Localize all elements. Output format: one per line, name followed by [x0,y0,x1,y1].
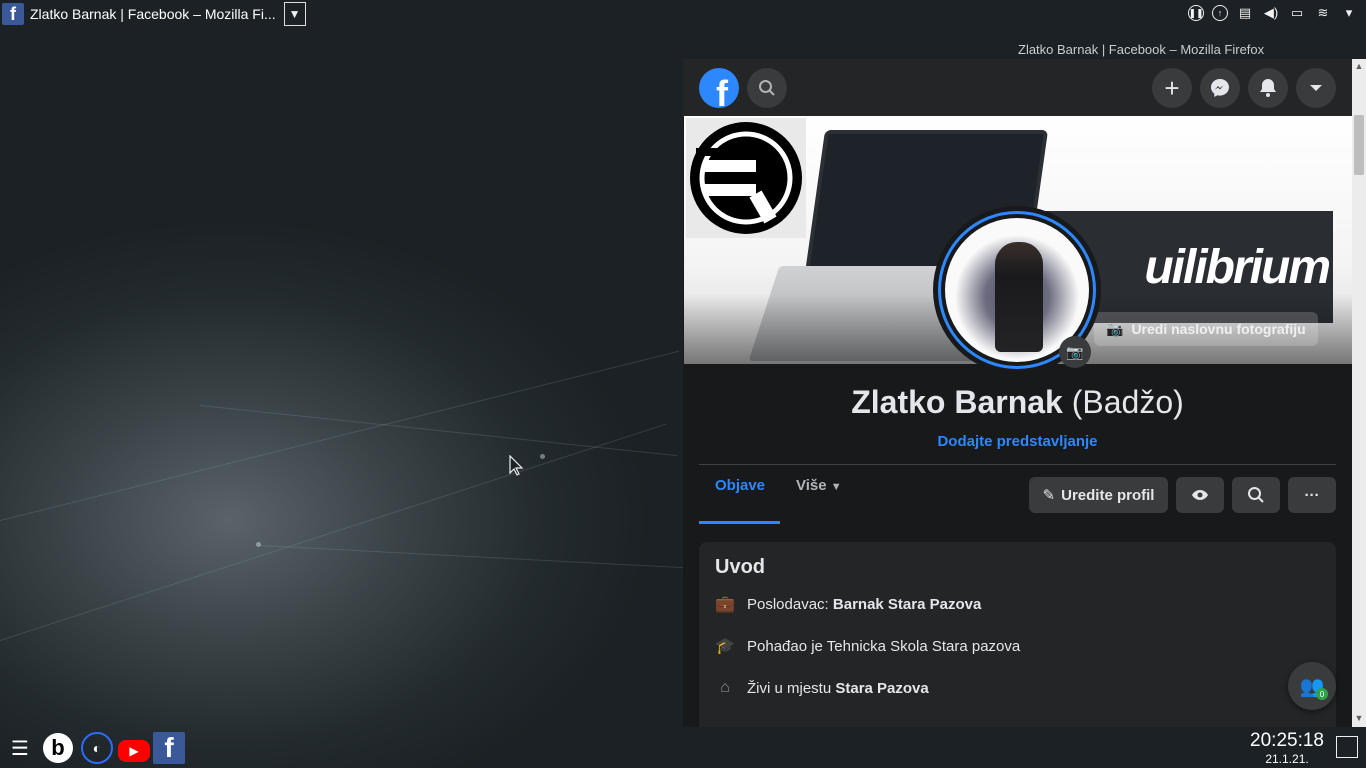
b-app-icon: b [43,733,73,763]
wallpaper-dot [540,454,545,459]
intro-title: Uvod [715,556,765,578]
active-tab-indicator [699,521,780,524]
launcher-browser[interactable]: ◐ [80,731,114,765]
chevron-down-icon[interactable]: ▾ [1340,4,1358,22]
add-bio-link[interactable]: Dodajte predstavljanje [683,433,1352,450]
facebook-logo-letter: f [716,73,728,109]
contacts-button[interactable]: 👥 0 [1288,662,1336,710]
wallpaper-line [0,423,666,641]
notifications-button[interactable] [1248,68,1288,108]
clock[interactable]: 20:25:18 21.1.21. [1250,730,1324,766]
profile-name: Zlatko Barnak (Badžo) [683,384,1352,421]
education-text: Pohađao je Tehnicka Skola Stara pazova [747,637,1021,655]
window-menu-icon[interactable]: ▼ [283,2,306,26]
wallpaper-line [0,350,680,521]
briefcase-icon: 💼 [715,596,735,613]
battery-icon[interactable]: ▭ [1288,4,1306,22]
firefox-window-title: Zlatko Barnak | Facebook – Mozilla Firef… [1018,42,1265,57]
account-menu-icon [1310,85,1322,91]
wifi-icon[interactable]: ≋ [1314,4,1332,22]
intro-card: Uvod 💼 Poslodavac: Barnak Stara Pazova 🎓… [699,542,1336,727]
update-profile-picture-button[interactable]: 📷 [1059,336,1091,368]
vertical-scrollbar[interactable]: ▲ ▼ [1352,59,1366,727]
launcher-facebook[interactable]: f [152,731,186,765]
messenger-icon [1211,79,1229,97]
employer-link[interactable]: Barnak Stara Pazova [833,596,981,613]
equilibrium-icon: ☰ [11,737,29,760]
eye-icon [1192,490,1208,500]
system-tray: ❚❚ ↑ ▤ ◀) ▭ ≋ ▾ [1188,4,1358,22]
chevron-down-icon: ▼ [830,481,842,493]
employer-prefix: Poslodavac: [747,595,829,613]
online-badge: 0 [1316,688,1328,700]
volume-icon[interactable]: ◀) [1262,4,1280,22]
wallpaper-dot [256,542,261,547]
plus-icon: + [1164,72,1180,103]
search-icon [759,80,775,96]
ellipsis-icon: ··· [1304,486,1320,504]
lives-prefix: Živi u mjestu [747,679,832,697]
edit-cover-button[interactable]: 📷 Uredi naslovnu fotografiju [1094,312,1318,346]
profile-full-name: Zlatko Barnak [851,384,1063,420]
account-menu-button[interactable] [1296,68,1336,108]
top-panel: f Zlatko Barnak | Facebook – Mozilla Fi.… [0,0,1366,28]
clock-time: 20:25:18 [1250,730,1324,751]
search-button[interactable] [747,68,787,108]
pencil-icon: ✎ [1042,487,1056,504]
wallpaper-line [259,545,690,569]
search-icon [1248,487,1264,503]
intro-text: Živi u mjestu Stara Pazova [747,680,929,697]
mouse-cursor-icon [509,455,524,476]
graduation-cap-icon: 🎓 [715,638,735,655]
tab-more-label: Više [796,477,827,494]
intro-lives: ⌂ Živi u mjestu Stara Pazova [715,678,929,698]
divider [699,464,1336,465]
clipboard-icon[interactable]: ▤ [1236,4,1254,22]
notifications-icon [1260,79,1276,97]
home-icon: ⌂ [720,679,730,696]
facebook-icon: f [2,3,24,25]
intro-text: Poslodavac: Barnak Stara Pazova [747,596,981,613]
show-desktop-button[interactable] [1336,736,1358,758]
launcher-b-app[interactable]: b [41,731,75,765]
view-as-button[interactable] [1176,477,1224,513]
create-button[interactable]: + [1152,68,1192,108]
taskbar-window-item[interactable]: f Zlatko Barnak | Facebook – Mozilla Fi.… [2,2,306,26]
browser-icon: ◐ [81,732,113,764]
avatar-person [995,242,1043,352]
tab-posts[interactable]: Objave [715,477,765,494]
edit-profile-button[interactable]: ✎ Uredite profil [1029,477,1168,513]
scroll-up-icon[interactable]: ▲ [1352,59,1366,73]
camera-icon: 📷 [1066,343,1084,360]
update-icon[interactable]: ↑ [1212,5,1228,21]
banner-text: uilibrium [1144,240,1331,294]
launcher-youtube[interactable]: ▶ [117,731,151,765]
taskbar-window-title: Zlatko Barnak | Facebook – Mozilla Fi... [30,6,276,22]
edit-profile-label: Uredite profil [1061,486,1155,504]
edit-cover-label: Uredi naslovnu fotografiju [1131,321,1306,337]
intro-education: 🎓 Pohađao je Tehnicka Skola Stara pazova [715,636,1020,656]
facebook-logo[interactable]: f [699,68,739,108]
messenger-button[interactable] [1200,68,1240,108]
clock-date: 21.1.21. [1265,752,1309,766]
intro-employer: 💼 Poslodavac: Barnak Stara Pazova [715,594,981,614]
equilibrium-logo-icon [690,122,802,234]
wallpaper-line [199,405,678,457]
search-profile-button[interactable] [1232,477,1280,513]
facebook-icon: f [153,732,185,764]
facebook-header: f + [683,59,1352,117]
firefox-window: f + uilibrium 📷 Uredi naslovnu fotografi… [683,59,1366,727]
scroll-down-icon[interactable]: ▼ [1352,711,1366,725]
more-options-button[interactable]: ··· [1288,477,1336,513]
lives-link[interactable]: Stara Pazova [835,680,928,697]
bottom-panel: ☰ b ◐ ▶ f 20:25:18 21.1.21. [0,728,1366,768]
equilibrium-logo [686,118,806,238]
profile-nickname: (Badžo) [1071,384,1184,420]
tab-more[interactable]: Više ▼ [796,477,842,494]
pause-icon[interactable]: ❚❚ [1188,5,1204,21]
youtube-icon: ▶ [118,740,150,762]
launcher-equilibrium[interactable]: ☰ [3,731,37,765]
camera-icon: 📷 [1106,320,1124,337]
scroll-thumb[interactable] [1354,115,1364,175]
